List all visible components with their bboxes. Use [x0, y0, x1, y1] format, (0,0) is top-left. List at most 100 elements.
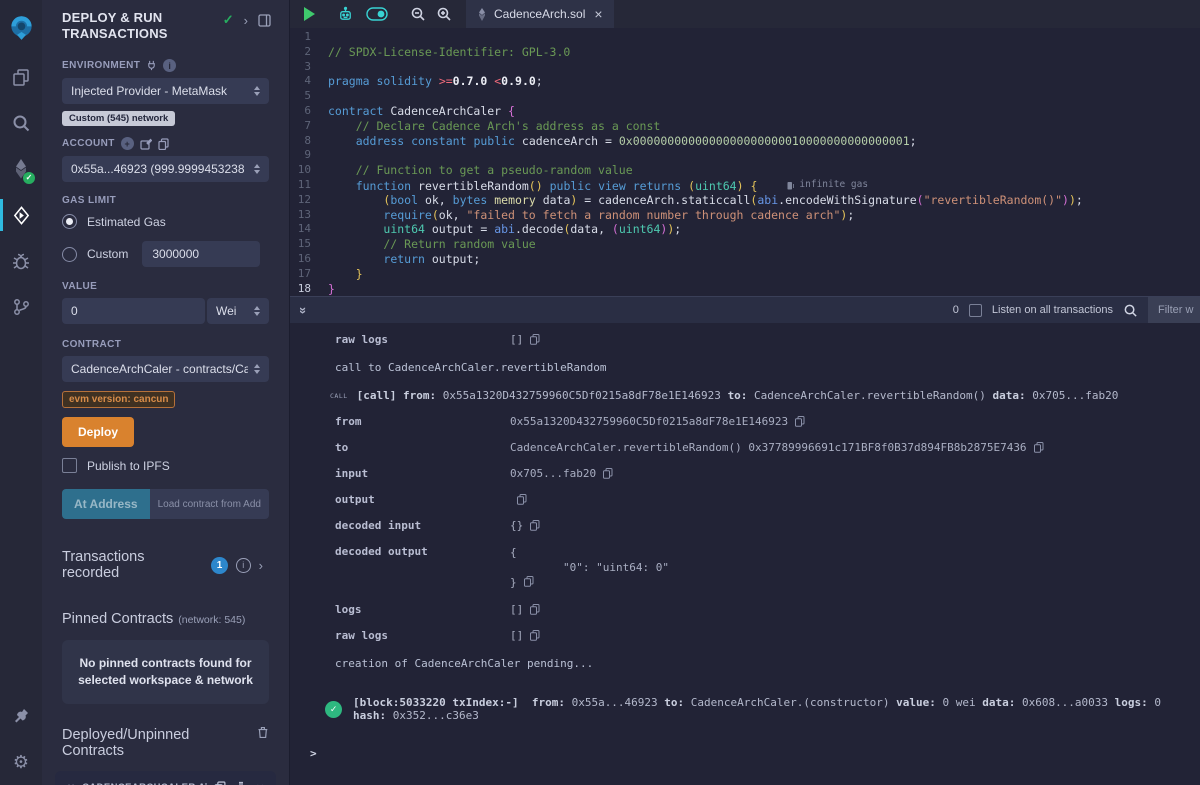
- line-number: 14: [290, 222, 328, 237]
- publish-ipfs-row[interactable]: Publish to IPFS: [62, 458, 269, 473]
- line-number: 6: [290, 104, 328, 119]
- close-contract-icon[interactable]: ×: [256, 781, 264, 785]
- spinner-icon: [254, 164, 260, 174]
- custom-gas-input[interactable]: 3000000: [142, 241, 260, 267]
- spinner-icon: [254, 364, 260, 374]
- ai-assistant-icon[interactable]: [337, 6, 354, 23]
- copy-icon[interactable]: [603, 468, 613, 479]
- pin-contract-icon[interactable]: [235, 781, 247, 785]
- copy-icon[interactable]: [530, 604, 540, 615]
- run-script-icon[interactable]: [304, 7, 315, 21]
- collapse-contract-icon[interactable]: ∨: [67, 781, 75, 785]
- copy-icon[interactable]: [1034, 442, 1044, 453]
- pin-panel-icon[interactable]: [258, 14, 271, 27]
- terminal-row: input0x705...fab20: [335, 467, 1200, 480]
- check-icon: ✓: [223, 12, 234, 28]
- compile-success-badge: ✓: [23, 172, 35, 184]
- search-icon[interactable]: [0, 100, 42, 146]
- value-unit-select[interactable]: Wei: [207, 298, 269, 324]
- terminal-filter-input[interactable]: [1148, 297, 1200, 324]
- line-number: 7: [290, 119, 328, 134]
- publish-ipfs-checkbox[interactable]: [62, 458, 77, 473]
- pinned-network-label: (network: 545): [178, 614, 245, 626]
- evm-version-badge: evm version: cancun: [62, 391, 175, 408]
- account-select[interactable]: 0x55a...46923 (999.9999453238: [62, 156, 269, 182]
- code-line: 18}: [290, 282, 1200, 296]
- tab-cadencearch[interactable]: CadenceArch.sol ×: [466, 0, 614, 28]
- tab-label: CadenceArch.sol: [494, 7, 585, 21]
- environment-info-icon[interactable]: i: [163, 59, 176, 72]
- at-address-input[interactable]: [150, 489, 269, 519]
- icon-rail: ✓ ⚙: [0, 0, 42, 785]
- remix-logo[interactable]: [0, 0, 42, 54]
- code-line: 2// SPDX-License-Identifier: GPL-3.0: [290, 45, 1200, 60]
- deploy-run-icon[interactable]: [0, 192, 42, 238]
- terminal-output[interactable]: raw logs[]call to CadenceArchCaler.rever…: [290, 323, 1200, 785]
- line-number: 12: [290, 193, 328, 208]
- editor-terminal-column: CadenceArch.sol × 12// SPDX-License-Iden…: [290, 0, 1200, 785]
- deployed-contracts-title: Deployed/Unpinned Contracts: [62, 727, 252, 759]
- close-tab-icon[interactable]: ×: [594, 7, 602, 21]
- copy-icon[interactable]: [530, 334, 540, 345]
- publish-ipfs-label: Publish to IPFS: [87, 459, 170, 473]
- deploy-button[interactable]: Deploy: [62, 417, 134, 447]
- line-number: 13: [290, 208, 328, 223]
- estimated-gas-radio[interactable]: Estimated Gas: [62, 214, 269, 229]
- contract-select[interactable]: CadenceArchCaler - contracts/Cac: [62, 356, 269, 382]
- copy-icon[interactable]: [524, 576, 534, 587]
- add-account-icon[interactable]: +: [121, 137, 134, 150]
- trash-icon[interactable]: [257, 726, 269, 739]
- expand-transactions-icon[interactable]: ›: [259, 558, 263, 573]
- success-check-icon[interactable]: ✓: [325, 701, 342, 718]
- pinned-empty-message: No pinned contracts found for selected w…: [62, 640, 269, 704]
- code-line: 5: [290, 89, 1200, 104]
- solidity-file-icon: [477, 8, 487, 21]
- transactions-recorded-row[interactable]: Transactions recorded 1 i ›: [42, 549, 289, 581]
- code-line: 7 // Declare Cadence Arch's address as a…: [290, 119, 1200, 134]
- plug-icon[interactable]: [146, 60, 157, 71]
- copy-contract-icon[interactable]: [214, 781, 226, 785]
- account-label: ACCOUNT: [62, 138, 115, 149]
- code-line: 11 function revertibleRandom() public vi…: [290, 178, 1200, 193]
- custom-gas-radio[interactable]: Custom 3000000: [62, 241, 269, 267]
- code-line: 15 // Return random value: [290, 237, 1200, 252]
- edit-account-icon[interactable]: [140, 138, 152, 150]
- copy-icon[interactable]: [530, 520, 540, 531]
- copilot-toggle-icon[interactable]: [366, 7, 388, 21]
- copy-account-icon[interactable]: [158, 138, 169, 150]
- deploy-run-panel: DEPLOY & RUN TRANSACTIONS ✓ › ENVIRONMEN…: [42, 0, 290, 785]
- gas-limit-label: GAS LIMIT: [62, 195, 116, 206]
- copy-icon[interactable]: [530, 630, 540, 641]
- panel-title: DEPLOY & RUN TRANSACTIONS: [62, 10, 200, 42]
- copy-icon[interactable]: [517, 494, 527, 505]
- collapse-terminal-icon[interactable]: »: [296, 306, 311, 313]
- line-number: 16: [290, 252, 328, 267]
- zoom-in-icon[interactable]: [436, 6, 452, 22]
- debugger-icon[interactable]: [0, 238, 42, 284]
- zoom-out-icon[interactable]: [410, 6, 426, 22]
- code-line: 8 address constant public cadenceArch = …: [290, 134, 1200, 149]
- terminal-search-icon[interactable]: [1123, 303, 1138, 318]
- code-line: 6contract CadenceArchCaler {: [290, 104, 1200, 119]
- plugin-manager-icon[interactable]: [0, 693, 42, 739]
- value-input[interactable]: 0: [62, 298, 205, 324]
- code-editor[interactable]: 12// SPDX-License-Identifier: GPL-3.034p…: [290, 28, 1200, 296]
- forward-icon[interactable]: ›: [244, 13, 248, 28]
- git-icon[interactable]: [0, 284, 42, 330]
- transactions-count-badge: 1: [211, 557, 228, 574]
- environment-select[interactable]: Injected Provider - MetaMask: [62, 78, 269, 104]
- terminal-prompt[interactable]: >: [310, 747, 1200, 760]
- terminal-row: from0x55a1320D432759960C5Df0215a8dF78e1E…: [335, 415, 1200, 428]
- settings-icon[interactable]: ⚙: [0, 739, 42, 785]
- solidity-compiler-icon[interactable]: ✓: [0, 146, 42, 192]
- copy-icon[interactable]: [795, 416, 805, 427]
- listen-all-checkbox[interactable]: [969, 304, 982, 317]
- file-explorer-icon[interactable]: [0, 54, 42, 100]
- at-address-button[interactable]: At Address: [62, 489, 150, 519]
- environment-label: ENVIRONMENT: [62, 60, 140, 71]
- code-line: 4pragma solidity >=0.7.0 <0.9.0;: [290, 74, 1200, 89]
- transactions-info-icon[interactable]: i: [236, 558, 251, 573]
- listen-all-label: Listen on all transactions: [992, 304, 1113, 316]
- code-line: 3: [290, 60, 1200, 75]
- terminal-row: decoded output{ "0": "uint64: 0"}: [335, 545, 1200, 590]
